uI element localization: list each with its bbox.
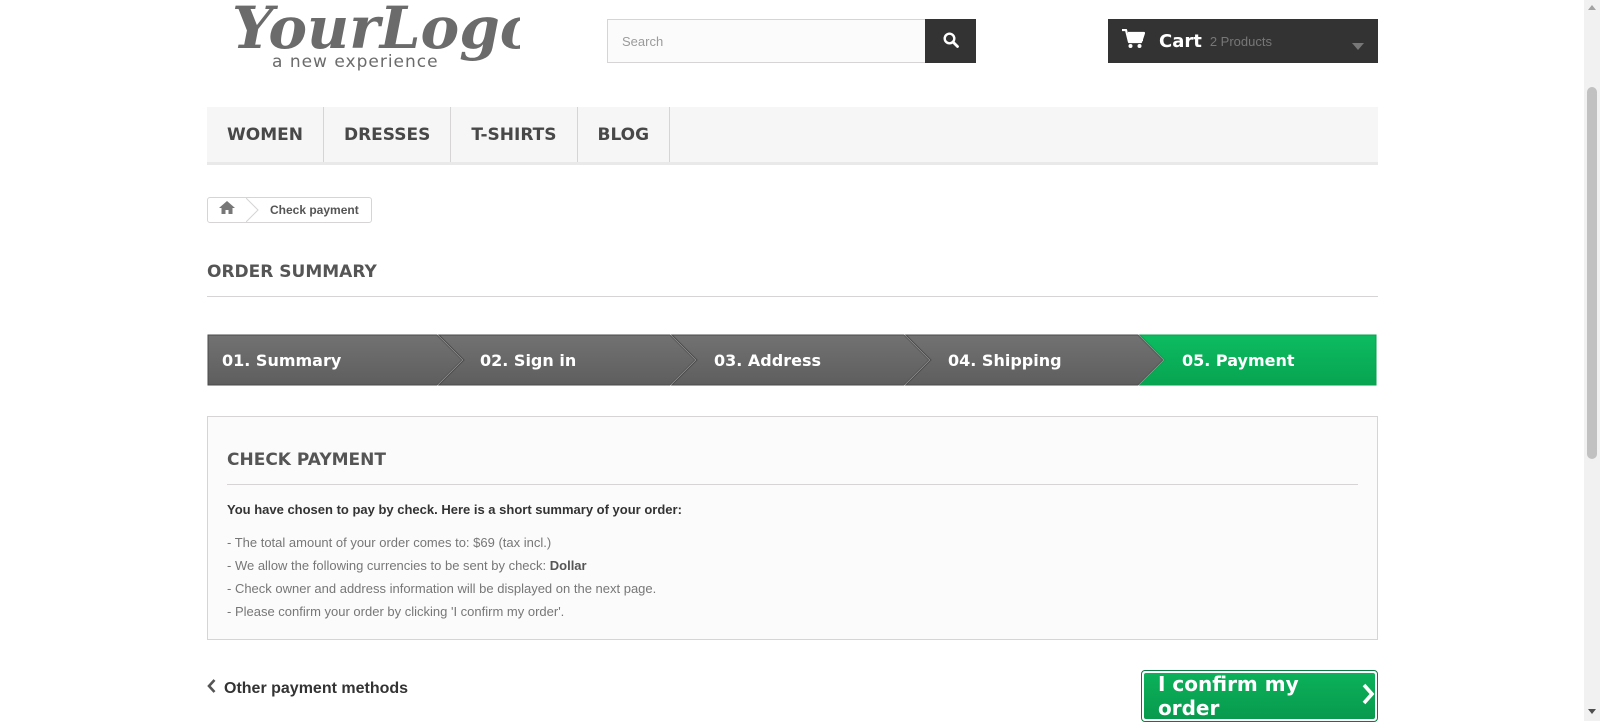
check-payment-title: Check payment [227,450,1358,485]
scroll-up-arrow[interactable] [1588,5,1596,10]
step-sign-in[interactable]: 02. Sign in [437,334,697,386]
chevron-left-icon [207,679,224,698]
line-currency: - We allow the following currencies to b… [227,554,1358,577]
payment-summary-lines: - The total amount of your order comes t… [227,531,1358,623]
svg-text:05. Payment: 05. Payment [1182,351,1295,370]
svg-text:01. Summary: 01. Summary [222,351,342,370]
line-confirm: - Please confirm your order by clicking … [227,604,565,619]
search-icon [942,31,959,51]
search-bar [607,19,977,63]
scroll-thumb[interactable] [1587,87,1597,459]
main-menu: Women Dresses T-shirts Blog [207,107,1378,165]
svg-text:03. Address: 03. Address [714,351,821,370]
line-currency-value: Dollar [549,558,587,573]
menu-item-t-shirts[interactable]: T-shirts [451,107,578,162]
step-payment: 05. Payment [1138,334,1377,386]
breadcrumb-home-link[interactable] [208,198,246,222]
line-currency-prefix: - We allow the following currencies to b… [227,558,550,573]
site-logo[interactable]: YourLogo a new experience [230,0,520,76]
checkout-steps: 01. Summary 02. Sign in 03. Address 04. … [207,334,1377,386]
cart-icon [1122,28,1146,54]
page: YourLogo a new experience Cart 2 [0,0,1584,722]
breadcrumb-separator [246,198,259,222]
chevron-down-icon [1352,37,1364,55]
menu-item-women[interactable]: Women [207,107,324,162]
cart-dropdown[interactable]: Cart 2 Products [1108,19,1378,63]
confirm-order-label: I confirm my order [1158,672,1299,720]
check-payment-box: Check payment You have chosen to pay by … [207,416,1378,640]
svg-text:a new experience: a new experience [272,52,439,72]
cart-label: Cart [1159,30,1202,52]
search-input[interactable] [607,19,925,63]
step-shipping[interactable]: 04. Shipping [904,334,1165,386]
line-total: - The total amount of your order comes t… [227,535,552,550]
vertical-scrollbar[interactable] [1584,0,1600,721]
payment-lead-text: You have chosen to pay by check. Here is… [227,502,682,517]
chevron-right-icon [1352,683,1375,710]
step-summary[interactable]: 01. Summary [207,334,464,386]
cart-count: 2 Products [1209,33,1272,49]
breadcrumb-current: Check payment [270,203,359,217]
scroll-down-arrow[interactable] [1588,709,1596,714]
menu-item-blog[interactable]: Blog [578,107,671,162]
step-address[interactable]: 03. Address [670,334,931,386]
other-payment-methods-label: Other payment methods [224,679,409,697]
svg-text:04. Shipping: 04. Shipping [948,351,1062,370]
confirm-order-button[interactable]: I confirm my order [1141,670,1378,722]
other-payment-methods-link[interactable]: Other payment methods [207,679,408,698]
home-icon [219,201,235,219]
line-owner: - Check owner and address information wi… [227,581,657,596]
menu-item-dresses[interactable]: Dresses [324,107,452,162]
search-button[interactable] [925,19,976,63]
breadcrumb: Check payment [207,197,372,223]
svg-text:02. Sign in: 02. Sign in [480,351,576,370]
page-title: Order summary [207,262,1378,297]
